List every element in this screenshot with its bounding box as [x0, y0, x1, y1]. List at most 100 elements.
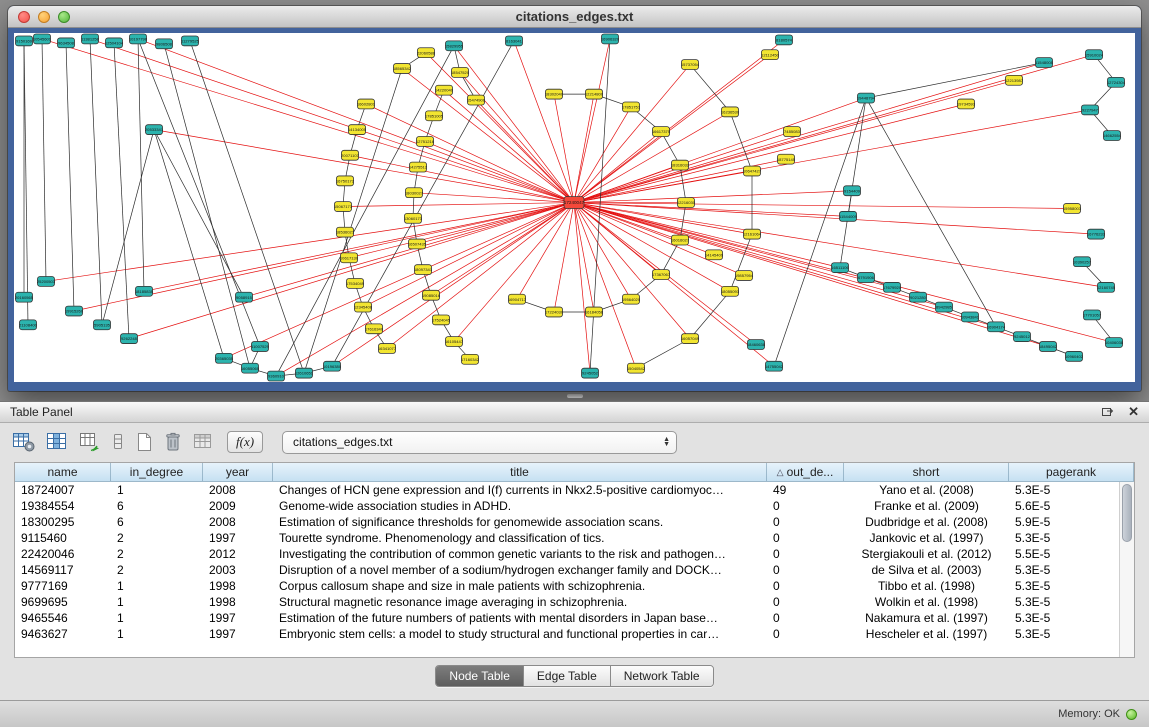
graph-node[interactable]: 16617375 — [652, 127, 671, 137]
table-settings-icon[interactable] — [12, 430, 36, 454]
graph-node[interactable]: 9634508 — [58, 38, 75, 48]
table-row[interactable]: 969969511998Structural magnetic resonanc… — [15, 594, 1119, 610]
graph-node[interactable]: 22060588 — [417, 48, 436, 58]
graph-node[interactable]: 16341077 — [378, 344, 397, 354]
graph-node[interactable]: 11279525 — [181, 36, 200, 46]
graph-node[interactable]: 9021280 — [910, 292, 927, 302]
graph-node[interactable]: 25200503 — [37, 277, 56, 287]
tab-node-table[interactable]: Node Table — [436, 666, 524, 686]
graph-node[interactable]: 10545601 — [33, 34, 52, 44]
graph-node[interactable]: 10960402 — [1065, 351, 1084, 361]
graph-node[interactable]: 18565342 — [393, 64, 412, 74]
graph-node[interactable]: 19734593 — [957, 99, 976, 109]
graph-node[interactable]: 16776233 — [1087, 229, 1106, 239]
graph-node[interactable]: 15067173 — [334, 202, 353, 212]
float-panel-icon[interactable] — [1101, 405, 1114, 420]
graph-node[interactable]: 14145409 — [705, 250, 724, 260]
graph-node[interactable]: 10406038 — [1105, 338, 1124, 348]
graph-node[interactable]: 15737054 — [681, 60, 700, 70]
graph-node[interactable]: 11544009 — [839, 211, 858, 221]
table-row[interactable]: 1938455462009Genome-wide association stu… — [15, 498, 1119, 514]
graph-node[interactable]: 5905135 — [94, 320, 111, 330]
column-header-in-degree[interactable]: in_degree — [111, 463, 203, 481]
graph-node[interactable]: 15829955 — [445, 41, 464, 51]
graph-node[interactable]: 16904174 — [987, 322, 1006, 332]
graph-node[interactable]: 15958003 — [1063, 204, 1082, 214]
graph-node[interactable]: 12216030 — [677, 198, 696, 208]
graph-node[interactable]: 17851751 — [622, 102, 641, 112]
column-header-short[interactable]: short — [844, 463, 1009, 481]
edit-table-icon[interactable] — [78, 430, 102, 454]
graph-node[interactable]: 17224030 — [545, 307, 564, 317]
table-row[interactable]: 911546021997Tourette syndrome. Phenomeno… — [15, 530, 1119, 546]
graph-node[interactable]: 20071107 — [341, 150, 360, 160]
tab-edge-table[interactable]: Edge Table — [524, 666, 611, 686]
graph-node[interactable]: 18055093 — [721, 286, 740, 296]
scrollbar-thumb[interactable] — [1122, 484, 1132, 542]
graph-node[interactable]: 16750172 — [336, 176, 355, 186]
close-panel-icon[interactable]: ✕ — [1128, 404, 1139, 420]
graph-node[interactable]: 9245012 — [1014, 332, 1031, 342]
row-tools-icon[interactable] — [111, 430, 125, 454]
graph-node[interactable]: 12345408 — [354, 302, 373, 312]
table-scrollbar[interactable] — [1119, 482, 1134, 657]
column-header-out-de[interactable]: △out_de... — [767, 463, 844, 481]
new-document-icon[interactable] — [134, 430, 154, 454]
graph-node[interactable]: 14755042 — [765, 361, 784, 371]
graph-node[interactable]: 16055065 — [241, 363, 260, 373]
graph-node[interactable]: 17160342 — [461, 354, 480, 364]
graph-node[interactable]: 12724304 — [1107, 77, 1126, 87]
graph-node[interactable]: 16507435 — [408, 239, 427, 249]
graph-node[interactable]: 19448794 — [857, 93, 876, 103]
panel-splitter[interactable] — [0, 391, 1149, 401]
graph-node[interactable]: 18302040 — [545, 89, 564, 99]
graph-node[interactable]: 10197798 — [129, 34, 148, 44]
graph-node[interactable]: 15474906 — [467, 95, 486, 105]
graph-node[interactable]: 9058915 — [236, 292, 253, 302]
graph-node[interactable]: 17524045 — [432, 315, 451, 325]
graph-node[interactable]: 20533341 — [145, 125, 164, 135]
graph-node[interactable]: 16511106 — [831, 263, 849, 273]
graph-node[interactable]: 18185835 — [135, 286, 154, 296]
graph-node[interactable]: 18097341 — [414, 265, 433, 275]
graph-node[interactable]: 9245052 — [582, 368, 599, 378]
graph-node[interactable]: 7485083 — [784, 127, 801, 137]
graph-node[interactable]: 16105447 — [445, 337, 464, 347]
graph-node[interactable]: 11007529 — [251, 342, 270, 352]
graph-node[interactable]: 16236530 — [721, 107, 740, 117]
graph-node[interactable]: 10943841 — [961, 312, 980, 322]
delete-rows-icon[interactable] — [163, 430, 183, 454]
table-row[interactable]: 1456911722003Disruption of a novel membe… — [15, 562, 1119, 578]
column-header-name[interactable]: name — [15, 463, 111, 481]
graph-node[interactable]: 18547520 — [451, 68, 470, 78]
graph-node[interactable]: 9806508 — [156, 39, 173, 49]
graph-node[interactable]: 12751216 — [416, 137, 435, 147]
graph-node[interactable]: 16057049 — [681, 334, 700, 344]
graph-node[interactable]: 16016027 — [671, 235, 690, 245]
graph-node[interactable]: 19085016 — [422, 290, 441, 300]
graph-node[interactable]: 18495042 — [1039, 342, 1058, 352]
graph-node[interactable]: 14220040 — [435, 85, 454, 95]
column-header-year[interactable]: year — [203, 463, 273, 481]
network-canvas[interactable]: 9150169105456019634508113812581250410410… — [14, 33, 1135, 382]
graph-node[interactable]: 12160745 — [1097, 282, 1116, 292]
graph-node[interactable]: 6791906 — [858, 273, 875, 283]
graph-node[interactable]: 20365035 — [215, 353, 234, 363]
graph-node[interactable]: 11548008 — [1035, 58, 1054, 68]
table-row[interactable]: 946362711997Embryonic stem cells: a mode… — [15, 626, 1119, 642]
table-selector-dropdown[interactable]: citations_edges.txt ▲▼ — [282, 431, 677, 454]
graph-node[interactable]: 9227947 — [1082, 105, 1099, 115]
graph-node[interactable]: 9360910 — [268, 371, 285, 381]
zoom-window-button[interactable] — [58, 11, 70, 23]
graph-node[interactable]: 19857954 — [735, 271, 754, 281]
graph-node[interactable]: 17367067 — [652, 270, 671, 280]
graph-node[interactable]: 17616340 — [365, 324, 384, 334]
graph-node[interactable]: 20160565 — [15, 292, 34, 302]
graph-node[interactable]: 16602801 — [357, 99, 376, 109]
graph-node[interactable]: 18460638 — [747, 340, 766, 350]
table-row[interactable]: 946554611997Estimation of the future num… — [15, 610, 1119, 626]
graph-node-hub[interactable]: 17240047 — [564, 197, 585, 209]
graph-node[interactable]: 16184058 — [585, 307, 604, 317]
graph-node[interactable]: 17701057 — [1083, 310, 1102, 320]
tab-network-table[interactable]: Network Table — [611, 666, 713, 686]
